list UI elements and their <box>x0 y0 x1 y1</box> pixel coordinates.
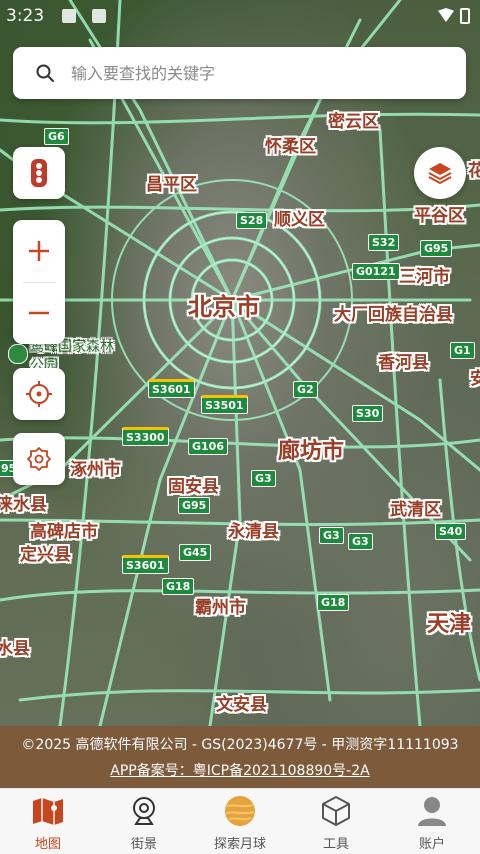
plus-icon <box>29 241 49 261</box>
tab-label: 探索月球 <box>213 837 266 852</box>
search-bar[interactable] <box>13 47 466 99</box>
road-shield-g45: G45 <box>179 544 212 561</box>
icp-link[interactable]: APP备案号：粤ICP备2021108890号-2A <box>110 763 369 779</box>
road-shield-g106: G106 <box>188 438 228 455</box>
road-shield-g0121: G0121 <box>352 263 400 280</box>
zoom-in-button[interactable] <box>13 220 65 282</box>
label-sanhe[interactable]: 三河市 <box>399 262 450 287</box>
road-shield-g3: G3 <box>319 527 344 544</box>
road-shield-g3: G3 <box>348 533 373 550</box>
tab-map[interactable]: 地图 <box>0 789 96 854</box>
tab-tools[interactable]: 工具 <box>288 789 384 854</box>
label-xianghe[interactable]: 香河县 <box>378 348 429 373</box>
tab-label: 地图 <box>34 837 61 852</box>
tab-explore-moon[interactable]: 探索月球 <box>192 789 288 854</box>
road-shield-s3501: S3501 <box>201 395 248 414</box>
traffic-light-icon <box>31 159 47 187</box>
notification-icon <box>92 9 106 23</box>
label-gaobeidian[interactable]: 高碑店市 <box>30 517 98 542</box>
wifi-icon <box>438 8 454 22</box>
label-laishui[interactable]: 涞水县 <box>0 490 47 515</box>
road-shield-s40: S40 <box>435 523 467 540</box>
layers-icon <box>428 163 452 185</box>
minus-icon <box>29 311 49 315</box>
label-beijing[interactable]: 北京市 <box>188 287 260 322</box>
copyright-footer: ©2025 高德软件有限公司 - GS(2023)4677号 - 甲测资字111… <box>0 726 480 788</box>
layers-button[interactable] <box>414 147 466 199</box>
label-wuqing[interactable]: 武清区 <box>390 495 441 520</box>
status-bar: 3:23 <box>0 0 480 34</box>
status-time: 3:23 <box>6 6 45 26</box>
tab-street-view[interactable]: 街景 <box>96 789 192 854</box>
road-shield-g95: G95 <box>178 497 211 514</box>
gallery-icon <box>62 9 76 23</box>
road-shield-g18: G18 <box>317 594 350 611</box>
road-shield-g6: G6 <box>44 128 69 145</box>
road-shield-s28: S28 <box>236 212 268 229</box>
label-dachang[interactable]: 大厂回族自治县 <box>334 300 453 325</box>
label-guan[interactable]: 固安县 <box>168 472 219 497</box>
road-shield-s32: S32 <box>368 234 400 251</box>
label-miyun[interactable]: 密云区 <box>328 107 379 132</box>
park-icon <box>8 344 28 364</box>
label-shunyi[interactable]: 顺义区 <box>274 205 325 230</box>
traffic-button[interactable] <box>13 147 65 199</box>
label-an[interactable]: 安 <box>470 364 480 389</box>
tab-label: 工具 <box>322 837 349 852</box>
road-shield-g1: G1 <box>450 342 475 359</box>
tab-account[interactable]: 账户 <box>384 789 480 854</box>
label-huairou[interactable]: 怀柔区 <box>265 132 316 157</box>
label-dingxing[interactable]: 定兴县 <box>20 540 71 565</box>
map-icon <box>33 798 63 825</box>
label-wenan[interactable]: 文安县 <box>216 690 267 715</box>
cube-icon <box>322 796 350 826</box>
label-tianjin[interactable]: 天津 <box>427 606 471 638</box>
road-shield-s3601: S3601 <box>148 379 195 398</box>
camera-icon <box>133 797 155 825</box>
road-shield-g2: G2 <box>293 381 318 398</box>
road-shield-s3601: S3601 <box>122 555 169 574</box>
gear-icon <box>27 447 51 471</box>
moon-icon <box>225 796 255 826</box>
tab-label: 账户 <box>418 837 445 852</box>
label-changping[interactable]: 昌平区 <box>146 170 197 195</box>
road-shield-s3300: S3300 <box>122 427 169 446</box>
road-shield-s30: S30 <box>352 405 384 422</box>
label-langfang[interactable]: 廊坊市 <box>278 433 344 465</box>
map-view[interactable]: 密云区 怀柔区 昌平区 顺义区 平谷区 花 三河市 北京市 大厂回族自治县 香河… <box>0 0 480 726</box>
label-bazhou[interactable]: 霸州市 <box>195 593 246 618</box>
label-yongqing[interactable]: 永清县 <box>228 517 279 542</box>
label-zhuozhou[interactable]: 涿州市 <box>70 455 121 480</box>
search-input[interactable] <box>69 62 433 84</box>
crosshair-icon <box>26 381 52 407</box>
bottom-tab-bar: 地图 街景 探索月球 工具 账户 <box>0 788 480 854</box>
zoom-control <box>13 220 65 344</box>
user-icon <box>418 797 446 826</box>
battery-icon <box>460 8 470 24</box>
road-shield-g3: G3 <box>251 470 276 487</box>
road-shield-g18: G18 <box>162 578 195 595</box>
settings-button[interactable] <box>13 433 65 485</box>
tab-label: 街景 <box>130 837 157 852</box>
label-shui[interactable]: 水县 <box>0 634 30 659</box>
search-icon <box>36 64 54 82</box>
road-shield-g95: G95 <box>420 240 453 257</box>
label-pinggu[interactable]: 平谷区 <box>414 201 465 226</box>
copyright-text: ©2025 高德软件有限公司 - GS(2023)4677号 - 甲测资字111… <box>21 737 459 753</box>
locate-button[interactable] <box>13 368 65 420</box>
zoom-out-button[interactable] <box>13 282 65 344</box>
label-hua[interactable]: 花 <box>468 156 480 181</box>
